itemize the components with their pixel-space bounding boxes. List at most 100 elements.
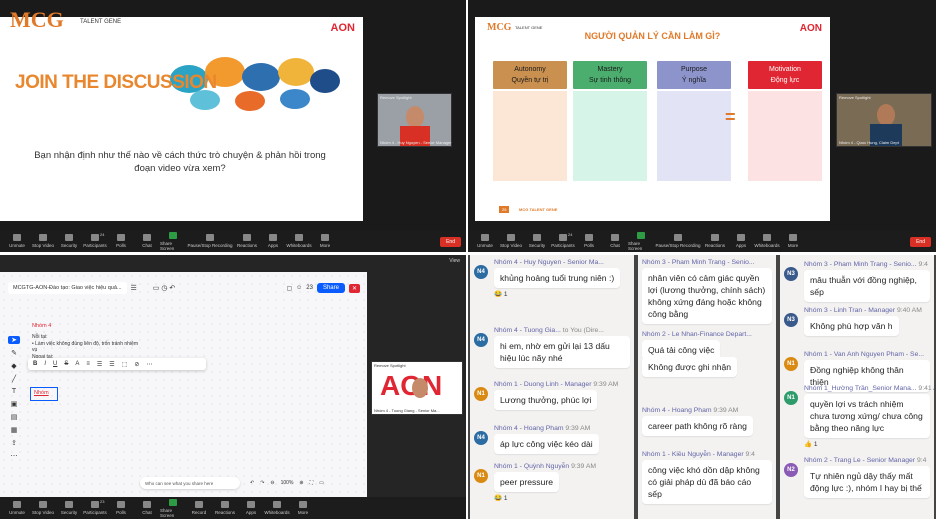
line-icon[interactable]: ╱ (8, 375, 20, 383)
chat-message[interactable]: Nhóm 1 - Kiều Nguyễn - Manager 9:4 công v… (642, 451, 772, 504)
toolbar-chat-button[interactable]: Chat (134, 234, 160, 248)
chat-message[interactable]: N4 Nhóm 4 - Tuong Gia... to You (Dire... h… (474, 327, 630, 368)
toolbar-label: Polls (116, 243, 126, 248)
spotlight-tag[interactable]: Remove Spotlight (380, 95, 412, 100)
comment-icon[interactable]: ▢ (286, 285, 292, 292)
participant-video[interactable]: AON Remove Spotlight Nhóm 4 - Tuong Gian… (371, 361, 463, 415)
toolbar-chat-button[interactable]: Chat (602, 234, 628, 248)
chat-message[interactable]: N2 Nhóm 2 - Trang Le - Senior Manager 9:4… (784, 457, 930, 498)
toolbar-whiteboards-button[interactable]: Whiteboards (264, 501, 290, 515)
template-icon[interactable]: ▤ (8, 413, 20, 421)
reaction[interactable]: 😂 1 (494, 494, 630, 502)
header-en: Motivation (769, 66, 801, 73)
whiteboard[interactable]: MCGTG-AON-Đào tạo: Giao việc hiệu quả...… (0, 272, 367, 500)
chat-message[interactable]: Nhóm 3 - Pham Minh Trang - Senio... nhân… (642, 259, 772, 324)
sticky-note[interactable]: Nhóm (30, 387, 58, 401)
toolbar-icons[interactable]: ▭ ◷ ↶ (153, 284, 175, 292)
toolbar-label: Pause/Stop Recording (655, 243, 701, 248)
toolbar-label: Apps (735, 243, 747, 248)
chat-message[interactable]: Nhóm 4 - Hoang Pham 9:39 AM career path k… (642, 407, 772, 436)
toolbar-participants-button[interactable]: 24 Participants (82, 232, 108, 248)
message-header: Nhóm 3 - Pham Minh Trang - Senio... 9:4 (804, 261, 930, 268)
toolbar-unmute-button[interactable]: Unmute (4, 234, 30, 248)
chat-icon (143, 234, 151, 241)
chat-message[interactable]: N3 Nhóm 3 - Linh Tran - Manager 9:40 AM Kh… (784, 307, 930, 336)
toolbar-more-button[interactable]: More (290, 501, 316, 515)
polls-icon (585, 234, 593, 241)
toolbar-share-screen-button[interactable]: Share Screen (160, 498, 186, 518)
toolbar-polls-button[interactable]: Polls (108, 501, 134, 515)
toolbar-reactions-button[interactable]: Reactions (702, 234, 728, 248)
toolbar-polls-button[interactable]: Polls (108, 234, 134, 248)
logo-sub: TALENT GENE (80, 19, 122, 25)
board-title[interactable]: MCGTG-AON-Đào tạo: Giao việc hiệu quả... (8, 282, 127, 294)
text-icon[interactable]: T (8, 388, 20, 395)
toolbar-stop-video-button[interactable]: Stop Video (30, 234, 56, 248)
toolbar-security-button[interactable]: Security (56, 501, 82, 515)
more-tools-icon[interactable]: ⋯ (8, 452, 20, 460)
toolbar-reactions-button[interactable]: Reactions (234, 234, 260, 248)
chat-column-1[interactable]: N4 Nhóm 4 - Huy Nguyen - Senior Ma... khủ… (470, 255, 636, 519)
toolbar-unmute-button[interactable]: Unmute (472, 234, 498, 248)
spotlight-tag[interactable]: Remove Spotlight (374, 363, 406, 368)
message-header: Nhóm 1 - Van Anh Nguyen Pham - Se... (804, 351, 930, 358)
toolbar-whiteboards-button[interactable]: Whiteboards (286, 234, 312, 248)
toolbar-unmute-button[interactable]: Unmute (4, 501, 30, 515)
select-tool-icon[interactable]: ➤ (8, 336, 20, 344)
shapes-icon[interactable]: ◆ (8, 362, 20, 370)
close-icon[interactable]: ✕ (348, 283, 360, 293)
toolbar-apps-button[interactable]: Apps (260, 234, 286, 248)
view-label[interactable]: View (449, 258, 460, 264)
end-button[interactable]: End (440, 237, 461, 247)
toolbar-record-button[interactable]: Record (186, 501, 212, 515)
reaction[interactable]: 😂 1 (494, 290, 630, 298)
end-button[interactable]: End (910, 237, 931, 247)
chat-message[interactable]: N1 Nhóm 1 - Quỳnh Nguyễn 9:39 AM peer pres… (474, 463, 630, 502)
toolbar-participants-button[interactable]: 23 Participants (82, 499, 108, 515)
toolbar-participants-button[interactable]: 24 Participants (550, 232, 576, 248)
share-visibility-bar[interactable]: Who can see what you share here (140, 477, 240, 489)
chat-column-3[interactable]: N3 Nhóm 3 - Pham Minh Trang - Senio... 9:… (780, 255, 934, 519)
reaction-icon[interactable]: ☺ (296, 285, 302, 291)
toolbar-label: Share Screen (160, 240, 175, 251)
toolbar-security-button[interactable]: Security (56, 234, 82, 248)
participant-video[interactable]: Remove Spotlight Nhóm 4 - Quoc Hung, Cla… (836, 93, 932, 147)
sender-name: Nhóm 1_Hường Trần_Senior Mana... (804, 385, 917, 392)
format-toolbar[interactable]: B I U S A ≡ ☰ ☰ ⬚ ⊘ ⋯ (28, 358, 206, 370)
sticky-icon[interactable]: ▣ (8, 400, 20, 408)
menu-icon[interactable]: ☰ (131, 284, 137, 292)
toolbar-more-button[interactable]: More (312, 234, 338, 248)
chat-message[interactable]: N1 Nhóm 1_Hường Trần_Senior Mana... 9:41 … (784, 385, 934, 448)
toolbar-pause-stop-recording-button[interactable]: Pause/Stop Recording (654, 234, 702, 248)
chat-message[interactable]: Không được ghi nhận (642, 355, 772, 377)
spotlight-tag[interactable]: Remove Spotlight (839, 95, 871, 100)
toolbar-pause-stop-recording-button[interactable]: Pause/Stop Recording (186, 234, 234, 248)
pen-icon[interactable]: ✎ (8, 349, 20, 357)
participant-video[interactable]: Remove Spotlight Nhóm 4 - Huy Nguyen - S… (377, 93, 452, 147)
zoom-controls[interactable]: ↶ ↷ ⊖ 100% ⊕ ⛶ ▭ (250, 477, 358, 489)
toolbar-more-button[interactable]: More (780, 234, 806, 248)
toolbar-share-screen-button[interactable]: Share Screen (628, 231, 654, 251)
toolbar-share-screen-button[interactable]: Share Screen (160, 231, 186, 251)
toolbar-reactions-button[interactable]: Reactions (212, 501, 238, 515)
sender-name: Nhóm 4 - Huy Nguyen - Senior Ma... (494, 259, 604, 266)
toolbar-whiteboards-button[interactable]: Whiteboards (754, 234, 780, 248)
toolbar-apps-button[interactable]: Apps (238, 501, 264, 515)
upload-icon[interactable]: ⇪ (8, 439, 20, 447)
chat-message[interactable]: N4 Nhóm 4 - Hoang Pham 9:39 AM áp lực công… (474, 425, 630, 454)
reaction[interactable]: 👍 1 (804, 440, 930, 448)
share-button[interactable]: Share (316, 283, 345, 293)
toolbar-stop-video-button[interactable]: Stop Video (30, 501, 56, 515)
toolbar-apps-button[interactable]: Apps (728, 234, 754, 248)
frame-icon[interactable]: ▦ (8, 426, 20, 434)
chat-message[interactable]: N4 Nhóm 4 - Huy Nguyen - Senior Ma... khủ… (474, 259, 630, 298)
toolbar-security-button[interactable]: Security (524, 234, 550, 248)
value-header-purpose: Purpose Ý nghĩa (657, 61, 731, 89)
chat-column-2[interactable]: Nhóm 3 - Pham Minh Trang - Senio... nhân… (638, 255, 778, 519)
toolbar-polls-button[interactable]: Polls (576, 234, 602, 248)
toolbar-chat-button[interactable]: Chat (134, 501, 160, 515)
toolbar-stop-video-button[interactable]: Stop Video (498, 234, 524, 248)
participant-name: Nhóm 4 - Tuong Giang - Senior Ma... (374, 408, 440, 413)
chat-message[interactable]: N3 Nhóm 3 - Pham Minh Trang - Senio... 9:… (784, 261, 930, 302)
chat-message[interactable]: N1 Nhóm 1 - Duong Linh - Manager 9:39 AM L… (474, 381, 630, 410)
